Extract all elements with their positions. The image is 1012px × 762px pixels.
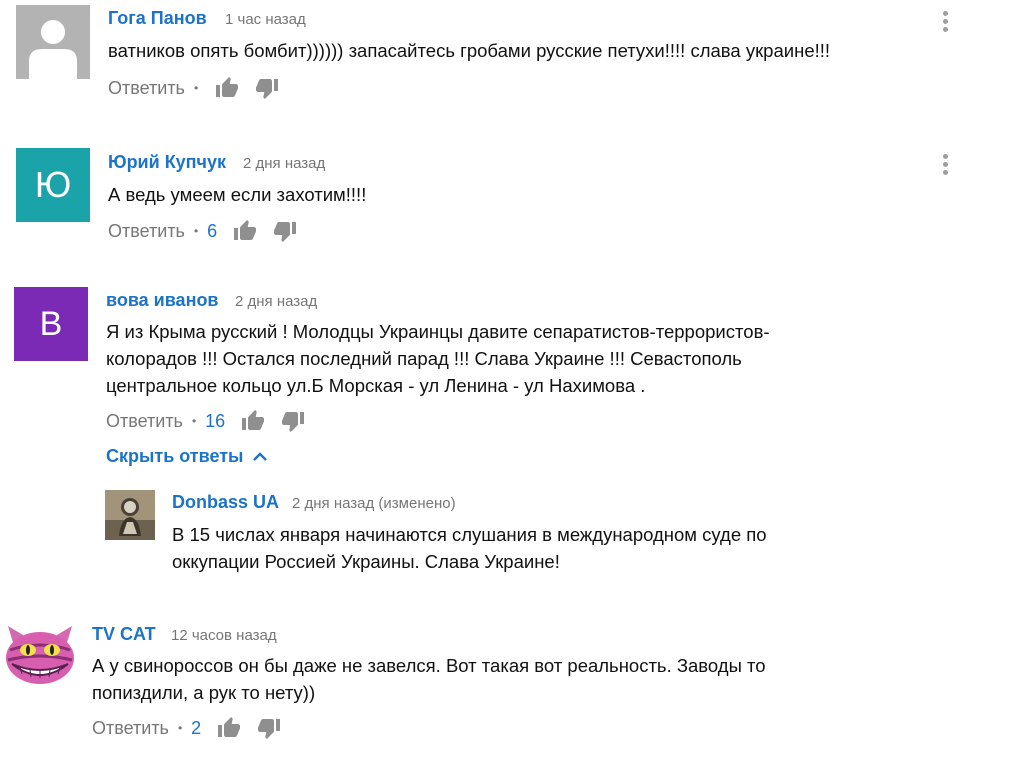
comment-timestamp[interactable]: 12 часов назад: [171, 627, 277, 644]
separator-dot: •: [193, 81, 199, 95]
thumb-down-icon[interactable]: [257, 716, 281, 740]
comment-timestamp[interactable]: 2 дня назад: [243, 155, 325, 172]
hide-replies-button[interactable]: Скрыть ответы: [106, 446, 268, 467]
like-count: 6: [207, 220, 218, 241]
comment-actions: Ответить • 16: [106, 408, 321, 434]
comment-text: А ведь умеем если захотим!!!!: [108, 184, 367, 205]
thumb-up-icon[interactable]: [215, 76, 239, 100]
like-count: 2: [191, 717, 202, 738]
more-vert-icon[interactable]: [940, 153, 950, 177]
reply-timestamp[interactable]: 2 дня назад (изменено): [292, 495, 456, 512]
comment-text: Я из Крыма русский ! Молодцы Украинцы да…: [106, 318, 966, 399]
thumb-down-icon[interactable]: [273, 219, 297, 243]
reply-text-line: оккупации Россией Украины. Слава Украине…: [172, 551, 560, 572]
comment-author[interactable]: Юрий Купчук: [108, 152, 226, 173]
separator-dot: •: [177, 721, 183, 735]
avatar-letter: Ю: [34, 164, 72, 205]
avatar-letter: В: [39, 305, 63, 343]
avatar[interactable]: В: [14, 287, 88, 361]
comment-timestamp[interactable]: 2 дня назад: [235, 293, 317, 310]
reply-button[interactable]: Ответить: [108, 221, 185, 242]
reply-button[interactable]: Ответить: [106, 411, 183, 432]
like-count: 16: [205, 410, 226, 431]
reply-button[interactable]: Ответить: [92, 718, 169, 739]
separator-dot: •: [191, 414, 197, 428]
comment-text-line: попиздили, а рук то нету)): [92, 682, 316, 703]
comment-author[interactable]: вова иванов: [106, 290, 219, 311]
thumb-down-icon[interactable]: [255, 76, 279, 100]
comment-actions: Ответить • 2: [92, 715, 297, 741]
comment-text: А у свинороссов он бы даже не завелся. В…: [92, 652, 972, 706]
avatar[interactable]: Ю: [16, 148, 90, 222]
cheshire-cat-avatar: [6, 626, 74, 684]
comment-timestamp[interactable]: 1 час назад: [225, 11, 306, 28]
comment-text-line: центральное кольцо ул.Б Морская - ул Лен…: [106, 375, 646, 396]
reply-text: В 15 числах января начинаются слушания в…: [172, 521, 952, 575]
photo-avatar-icon: [105, 490, 155, 540]
comment-author[interactable]: Гога Панов: [108, 8, 207, 29]
avatar[interactable]: [16, 5, 90, 79]
avatar[interactable]: [105, 490, 155, 540]
comment-text-line: А у свинороссов он бы даже не завелся. В…: [92, 655, 766, 676]
comment-text-line: Я из Крыма русский ! Молодцы Украинцы да…: [106, 321, 770, 342]
thumb-up-icon[interactable]: [241, 409, 265, 433]
comment-actions: Ответить •: [108, 75, 295, 101]
chevron-up-icon: [253, 451, 268, 461]
hide-replies-label: Скрыть ответы: [106, 446, 244, 466]
thumb-down-icon[interactable]: [281, 409, 305, 433]
comment-actions: Ответить • 6: [108, 218, 313, 244]
thumb-up-icon[interactable]: [217, 716, 241, 740]
comment-author[interactable]: TV CAT: [92, 624, 156, 645]
separator-dot: •: [193, 224, 199, 238]
reply-author[interactable]: Donbass UA: [172, 492, 279, 513]
comment-text-line: колорадов !!! Остался последний парад !!…: [106, 348, 742, 369]
comment-text: ватников опять бомбит)))))) запасайтесь …: [108, 40, 831, 61]
more-vert-icon[interactable]: [940, 10, 950, 34]
reply-text-line: В 15 числах января начинаются слушания в…: [172, 524, 767, 545]
default-user-icon: [29, 20, 77, 79]
reply-button[interactable]: Ответить: [108, 78, 185, 99]
avatar[interactable]: [0, 620, 80, 692]
thumb-up-icon[interactable]: [233, 219, 257, 243]
